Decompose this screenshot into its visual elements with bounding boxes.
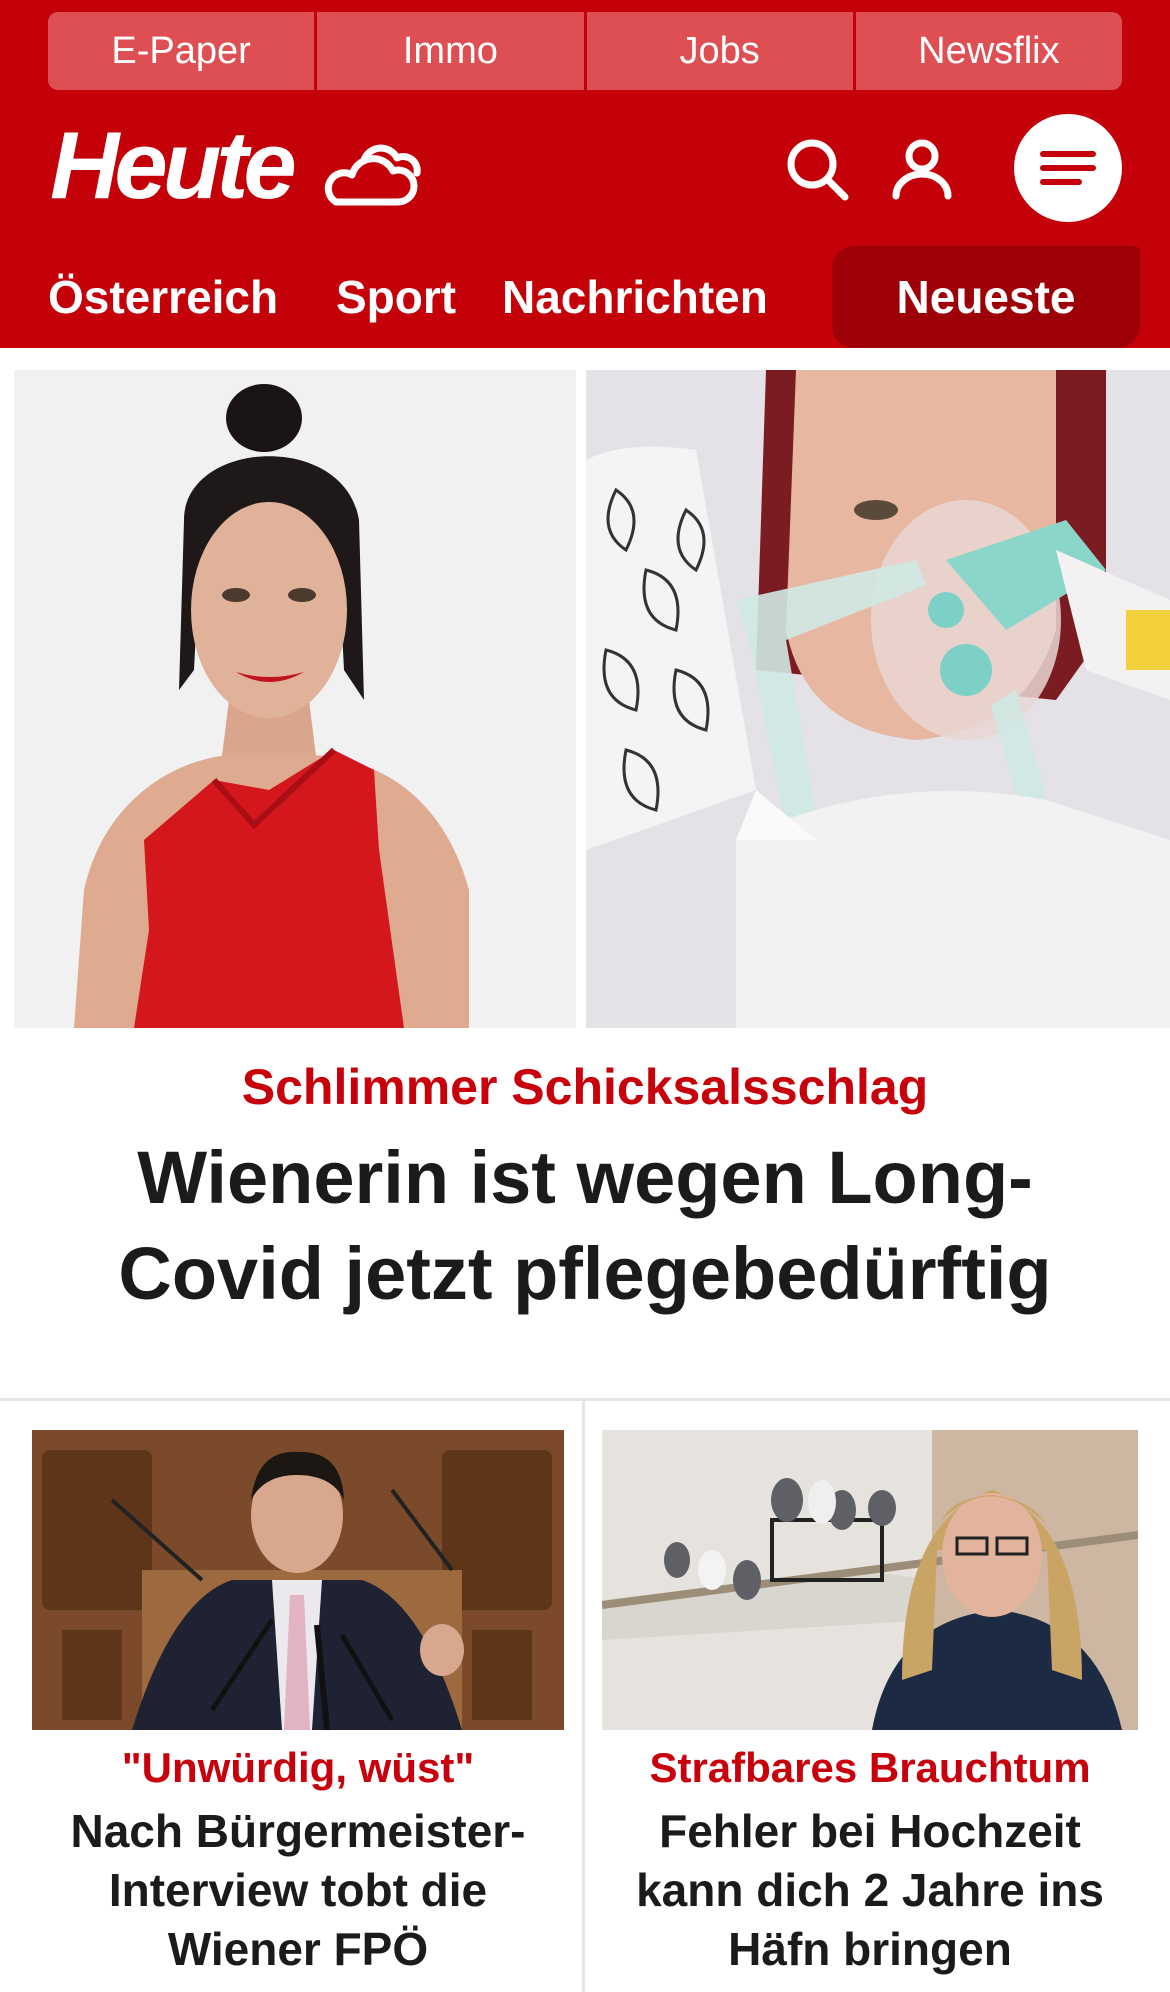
menu-icon (1040, 151, 1096, 185)
site-header: E-Paper Immo Jobs Newsflix Heute Österre… (0, 0, 1170, 348)
teaser-image-woman-pigeons (602, 1430, 1138, 1730)
teaser-headline: Fehler bei Hochzeit kann dich 2 Jahre in… (636, 1805, 1104, 1975)
user-icon (892, 139, 952, 200)
logo-wordmark: Heute (50, 112, 297, 219)
teaser-image-politician-podium (32, 1430, 564, 1730)
quick-link-epaper[interactable]: E-Paper (48, 12, 318, 90)
column-divider (582, 1401, 585, 1992)
account-button[interactable] (886, 134, 958, 206)
cloud-sun-icon[interactable] (316, 134, 428, 210)
teaser-article-hochzeit[interactable]: Strafbares Brauchtum Fehler bei Hochzeit… (602, 1430, 1138, 1979)
hero-headline: Wienerin ist wegen Long-Covid jetzt pfle… (118, 1136, 1052, 1315)
quick-link-immo[interactable]: Immo (317, 12, 587, 90)
section-divider (0, 1398, 1170, 1401)
quick-link-newsflix[interactable]: Newsflix (855, 12, 1122, 90)
nav-item-neueste[interactable]: Neueste (832, 246, 1140, 348)
teaser-kicker: Strafbares Brauchtum (649, 1744, 1091, 1791)
nav-item-nachrichten[interactable]: Nachrichten (502, 246, 768, 348)
quick-link-jobs[interactable]: Jobs (586, 12, 856, 90)
main-navigation: Österreich Sport Nachrichten Neueste (0, 246, 1170, 348)
quick-links-bar: E-Paper Immo Jobs Newsflix (48, 12, 1122, 90)
search-icon (787, 139, 849, 201)
menu-button[interactable] (1014, 114, 1122, 222)
hero-image-woman-red-top (14, 370, 576, 1028)
nav-item-sport[interactable]: Sport (336, 246, 456, 348)
teaser-article-fpoe[interactable]: "Unwürdig, wüst" Nach Bürgermeister-Inte… (32, 1430, 564, 1979)
teaser-kicker: "Unwürdig, wüst" (121, 1744, 475, 1791)
site-logo[interactable]: Heute (50, 118, 428, 214)
hero-article[interactable]: Schlimmer Schicksalsschlag Wienerin ist … (0, 370, 1170, 1320)
search-button[interactable] (782, 134, 854, 206)
hero-image-patient-oxygen-mask (586, 370, 1170, 1028)
nav-item-oesterreich[interactable]: Österreich (48, 246, 278, 348)
hero-kicker: Schlimmer Schicksalsschlag (241, 1059, 929, 1115)
teaser-headline: Nach Bürgermeister-Interview tobt die Wi… (70, 1805, 526, 1975)
